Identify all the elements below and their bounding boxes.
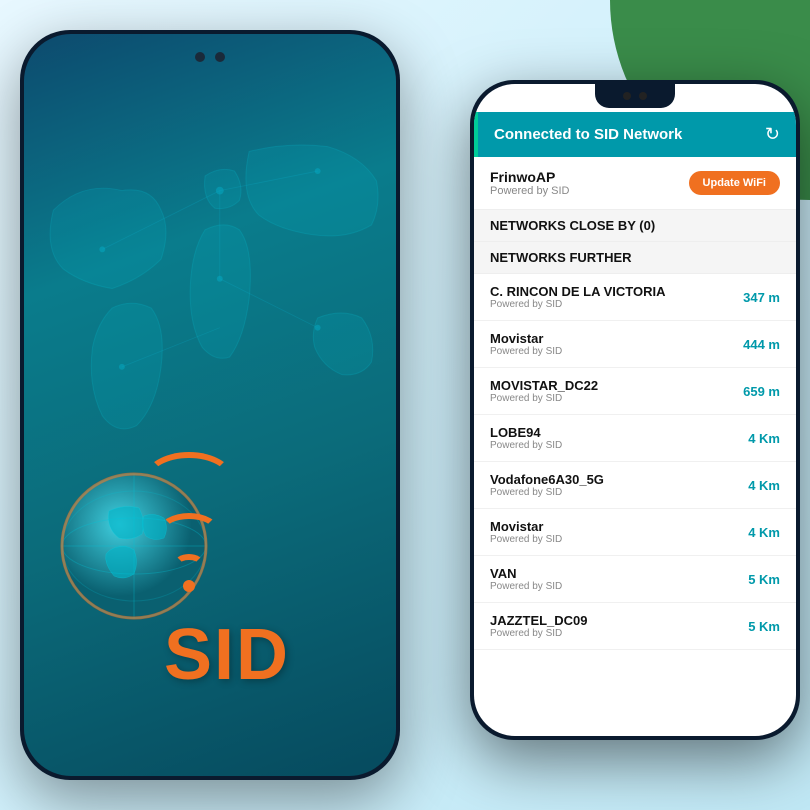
connected-network-sub: Powered by SID bbox=[490, 185, 569, 197]
wifi-dot bbox=[183, 580, 195, 592]
network-item-sub: Powered by SID bbox=[490, 346, 562, 357]
notch-camera bbox=[623, 92, 631, 100]
network-list-item[interactable]: LOBE94 Powered by SID 4 Km bbox=[474, 415, 796, 462]
network-item-info: VAN Powered by SID bbox=[490, 566, 562, 592]
network-item-name: JAZZTEL_DC09 bbox=[490, 613, 588, 628]
network-list-item[interactable]: MOVISTAR_DC22 Powered by SID 659 m bbox=[474, 368, 796, 415]
network-item-sub: Powered by SID bbox=[490, 534, 562, 545]
update-wifi-button[interactable]: Update WiFi bbox=[689, 171, 780, 195]
network-list-item[interactable]: JAZZTEL_DC09 Powered by SID 5 Km bbox=[474, 603, 796, 650]
phone-back-camera-area bbox=[195, 52, 225, 62]
network-item-name: Vodafone6A30_5G bbox=[490, 472, 604, 487]
network-item-distance: 347 m bbox=[730, 290, 780, 305]
scene: SID Connected to SID Network ↻ bbox=[0, 0, 810, 810]
network-item-distance: 444 m bbox=[730, 337, 780, 352]
network-item-sub: Powered by SID bbox=[490, 581, 562, 592]
sid-brand-text: SID bbox=[164, 614, 290, 696]
network-list-item[interactable]: Vodafone6A30_5G Powered by SID 4 Km bbox=[474, 462, 796, 509]
network-item-distance: 4 Km bbox=[730, 431, 780, 446]
network-item-distance: 659 m bbox=[730, 384, 780, 399]
connected-network-info: FrinwoAP Powered by SID bbox=[490, 169, 569, 197]
sid-wifi-signal bbox=[144, 452, 234, 596]
phone-back-screen: SID bbox=[24, 34, 396, 776]
network-item-info: C. RINCON DE LA VICTORIA Powered by SID bbox=[490, 284, 666, 310]
network-item-name: Movistar bbox=[490, 331, 562, 346]
connected-network-name: FrinwoAP bbox=[490, 169, 569, 185]
wifi-arcs bbox=[144, 452, 234, 592]
network-item-info: LOBE94 Powered by SID bbox=[490, 425, 562, 451]
camera-dot-1 bbox=[195, 52, 205, 62]
phone-front: Connected to SID Network ↻ FrinwoAP Powe… bbox=[470, 80, 800, 740]
network-item-distance: 5 Km bbox=[730, 572, 780, 587]
network-item-info: Vodafone6A30_5G Powered by SID bbox=[490, 472, 604, 498]
network-item-info: MOVISTAR_DC22 Powered by SID bbox=[490, 378, 598, 404]
network-item-name: C. RINCON DE LA VICTORIA bbox=[490, 284, 666, 299]
network-item-info: Movistar Powered by SID bbox=[490, 331, 562, 357]
app-content: Connected to SID Network ↻ FrinwoAP Powe… bbox=[474, 84, 796, 736]
phone-back: SID bbox=[20, 30, 400, 780]
network-item-sub: Powered by SID bbox=[490, 393, 598, 404]
network-item-name: MOVISTAR_DC22 bbox=[490, 378, 598, 393]
network-list-item[interactable]: C. RINCON DE LA VICTORIA Powered by SID … bbox=[474, 274, 796, 321]
phone-front-screen: Connected to SID Network ↻ FrinwoAP Powe… bbox=[474, 84, 796, 736]
network-list-item[interactable]: VAN Powered by SID 5 Km bbox=[474, 556, 796, 603]
section-further: NETWORKS FURTHER bbox=[474, 242, 796, 274]
network-item-sub: Powered by SID bbox=[490, 299, 666, 310]
wifi-arc-medium bbox=[159, 513, 219, 548]
network-item-info: JAZZTEL_DC09 Powered by SID bbox=[490, 613, 588, 639]
network-item-name: Movistar bbox=[490, 519, 562, 534]
network-list: C. RINCON DE LA VICTORIA Powered by SID … bbox=[474, 274, 796, 650]
connected-network-row: FrinwoAP Powered by SID Update WiFi bbox=[474, 157, 796, 210]
section-close-by-label: NETWORKS CLOSE BY (0) bbox=[490, 218, 655, 233]
section-further-label: NETWORKS FURTHER bbox=[490, 250, 632, 265]
network-item-name: LOBE94 bbox=[490, 425, 562, 440]
wifi-arc-small bbox=[174, 554, 204, 574]
section-close-by: NETWORKS CLOSE BY (0) bbox=[474, 210, 796, 242]
camera-dot-2 bbox=[215, 52, 225, 62]
network-item-info: Movistar Powered by SID bbox=[490, 519, 562, 545]
notch-sensor bbox=[639, 92, 647, 100]
network-item-distance: 5 Km bbox=[730, 619, 780, 634]
network-list-item[interactable]: Movistar Powered by SID 444 m bbox=[474, 321, 796, 368]
network-item-sub: Powered by SID bbox=[490, 628, 588, 639]
network-list-item[interactable]: Movistar Powered by SID 4 Km bbox=[474, 509, 796, 556]
app-header-title: Connected to SID Network bbox=[494, 126, 765, 143]
app-header: Connected to SID Network ↻ bbox=[474, 112, 796, 157]
network-item-name: VAN bbox=[490, 566, 562, 581]
network-item-distance: 4 Km bbox=[730, 478, 780, 493]
phone-front-notch bbox=[595, 84, 675, 108]
refresh-icon[interactable]: ↻ bbox=[765, 124, 780, 145]
network-item-sub: Powered by SID bbox=[490, 487, 604, 498]
network-item-distance: 4 Km bbox=[730, 525, 780, 540]
wifi-arc-large bbox=[144, 452, 234, 507]
network-item-sub: Powered by SID bbox=[490, 440, 562, 451]
